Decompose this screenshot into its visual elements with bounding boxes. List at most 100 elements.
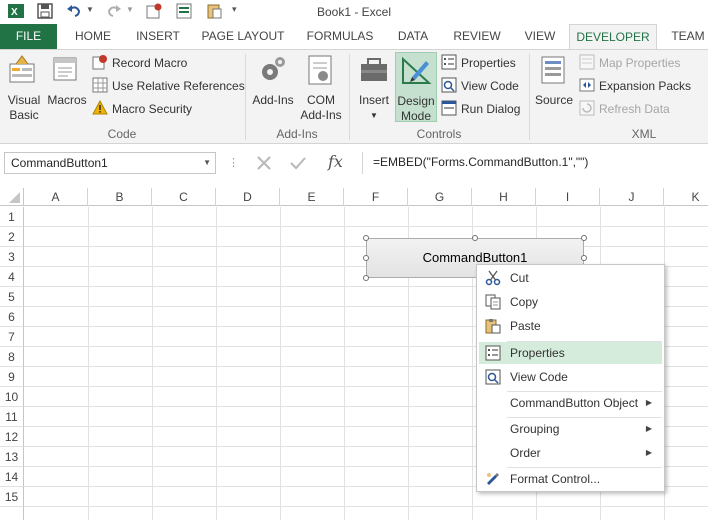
format-control-icon — [487, 473, 499, 485]
menu-item-view-code[interactable]: View Code — [479, 366, 662, 388]
row-header-7[interactable]: 7 — [0, 327, 24, 347]
cancel-formula-icon[interactable] — [256, 155, 272, 171]
run-dialog-label: Run Dialog — [461, 102, 521, 116]
column-header-e[interactable]: E — [280, 188, 344, 206]
refresh-data-button[interactable]: Refresh Data — [579, 100, 670, 120]
resize-handle[interactable] — [472, 235, 478, 241]
view-code-button[interactable]: View Code — [441, 77, 519, 97]
run-dialog-icon — [441, 100, 457, 116]
row-header-15[interactable]: 15 — [0, 487, 24, 507]
row-header-14[interactable]: 14 — [0, 467, 24, 487]
column-header-g[interactable]: G — [408, 188, 472, 206]
add-ins-button[interactable]: Add-Ins — [249, 54, 297, 108]
row-header-12[interactable]: 12 — [0, 427, 24, 447]
row-header-10[interactable]: 10 — [0, 387, 24, 407]
formula-input[interactable]: =EMBED("Forms.CommandButton.1","") — [362, 152, 708, 174]
formula-bar-grip-icon: ⋮ — [228, 157, 239, 169]
menu-item-commandbutton-object[interactable]: CommandButton Object ▶ — [479, 392, 662, 414]
tab-insert[interactable]: INSERT — [130, 24, 186, 49]
row-header-11[interactable]: 11 — [0, 407, 24, 427]
column-header-d[interactable]: D — [216, 188, 280, 206]
record-macro-label: Record Macro — [112, 56, 188, 70]
source-button[interactable]: Source — [533, 54, 575, 108]
gridline — [216, 207, 217, 520]
column-header-c[interactable]: C — [152, 188, 216, 206]
menu-item-view-code-label: View Code — [510, 370, 568, 384]
menu-item-copy[interactable]: Copy — [479, 291, 662, 313]
column-header-j[interactable]: J — [600, 188, 664, 206]
row-header-13[interactable]: 13 — [0, 447, 24, 467]
use-relative-references-button[interactable]: Use Relative References — [92, 77, 245, 97]
column-header-h[interactable]: H — [472, 188, 536, 206]
menu-item-format-control[interactable]: Format Control... — [479, 468, 662, 490]
enter-formula-icon[interactable] — [290, 155, 306, 171]
properties-button[interactable]: Properties — [441, 54, 516, 74]
submenu-arrow-icon: ▶ — [645, 448, 652, 457]
name-box[interactable]: CommandButton1 ▼ — [4, 152, 216, 174]
com-add-ins-button[interactable]: COM Add-Ins — [298, 54, 344, 123]
run-dialog-button[interactable]: Run Dialog — [441, 100, 520, 120]
use-relative-references-label: Use Relative References — [112, 79, 245, 93]
formula-buttons: fx — [246, 152, 358, 174]
macros-button[interactable]: Macros — [45, 54, 89, 108]
resize-handle[interactable] — [581, 255, 587, 261]
tab-review[interactable]: REVIEW — [447, 24, 507, 49]
visual-basic-button[interactable]: Visual Basic — [3, 54, 45, 123]
insert-control-button[interactable]: Insert ▼ — [354, 54, 394, 123]
column-header-a[interactable]: A — [24, 188, 88, 206]
resize-handle[interactable] — [363, 235, 369, 241]
select-all-corner[interactable] — [0, 188, 24, 206]
column-header-k[interactable]: K — [664, 188, 708, 206]
row-header-16[interactable] — [0, 507, 24, 520]
visual-basic-icon — [9, 55, 35, 83]
view-code-label: View Code — [461, 79, 519, 93]
row-header-2[interactable]: 2 — [0, 227, 24, 247]
com-add-ins-label-1: COM — [307, 93, 335, 107]
macro-security-label: Macro Security — [112, 102, 193, 116]
map-properties-button[interactable]: Map Properties — [579, 54, 680, 74]
macro-security-button[interactable]: Macro Security — [92, 100, 192, 120]
name-box-dropdown-icon[interactable]: ▼ — [203, 153, 211, 173]
resize-handle[interactable] — [363, 255, 369, 261]
row-header-1[interactable]: 1 — [0, 207, 24, 227]
macros-icon — [53, 57, 77, 81]
menu-item-cut[interactable]: Cut — [479, 267, 662, 289]
code-group-label: Code — [107, 127, 137, 141]
tab-formulas[interactable]: FORMULAS — [301, 24, 379, 49]
tab-view[interactable]: VIEW — [518, 24, 562, 49]
column-header-b[interactable]: B — [88, 188, 152, 206]
resize-handle[interactable] — [363, 275, 369, 281]
properties-label: Properties — [461, 56, 516, 70]
view-code-icon — [441, 77, 457, 93]
context-menu: Cut Copy Paste Properties View Code Comm… — [476, 264, 665, 492]
expansion-packs-icon — [579, 78, 595, 92]
tab-team[interactable]: TEAM — [665, 24, 708, 49]
column-header-f[interactable]: F — [344, 188, 408, 206]
row-header-4[interactable]: 4 — [0, 267, 24, 287]
resize-handle[interactable] — [581, 235, 587, 241]
design-mode-button[interactable]: Design Mode — [395, 52, 437, 123]
tab-developer[interactable]: DEVELOPER — [569, 24, 657, 50]
row-header-9[interactable]: 9 — [0, 367, 24, 387]
record-macro-button[interactable]: Record Macro — [92, 54, 187, 74]
relative-references-icon — [92, 77, 108, 93]
tab-file[interactable]: FILE — [0, 24, 57, 49]
menu-item-grouping[interactable]: Grouping ▶ — [479, 418, 662, 440]
column-header-i[interactable]: I — [536, 188, 600, 206]
tab-page-layout[interactable]: PAGE LAYOUT — [197, 24, 289, 49]
menu-item-properties[interactable]: Properties — [479, 342, 662, 364]
tab-data[interactable]: DATA — [391, 24, 435, 49]
scissors-icon — [485, 270, 501, 286]
add-ins-group-label: Add-Ins — [276, 127, 318, 141]
row-header-8[interactable]: 8 — [0, 347, 24, 367]
menu-item-order[interactable]: Order ▶ — [479, 442, 662, 464]
xml-source-icon — [541, 56, 565, 84]
expansion-packs-button[interactable]: Expansion Packs — [579, 77, 691, 97]
tab-home[interactable]: HOME — [67, 24, 119, 49]
row-header-5[interactable]: 5 — [0, 287, 24, 307]
gridline — [280, 207, 281, 520]
menu-item-paste[interactable]: Paste — [479, 315, 662, 337]
row-header-6[interactable]: 6 — [0, 307, 24, 327]
row-header-3[interactable]: 3 — [0, 247, 24, 267]
insert-function-icon[interactable]: fx — [328, 152, 343, 171]
